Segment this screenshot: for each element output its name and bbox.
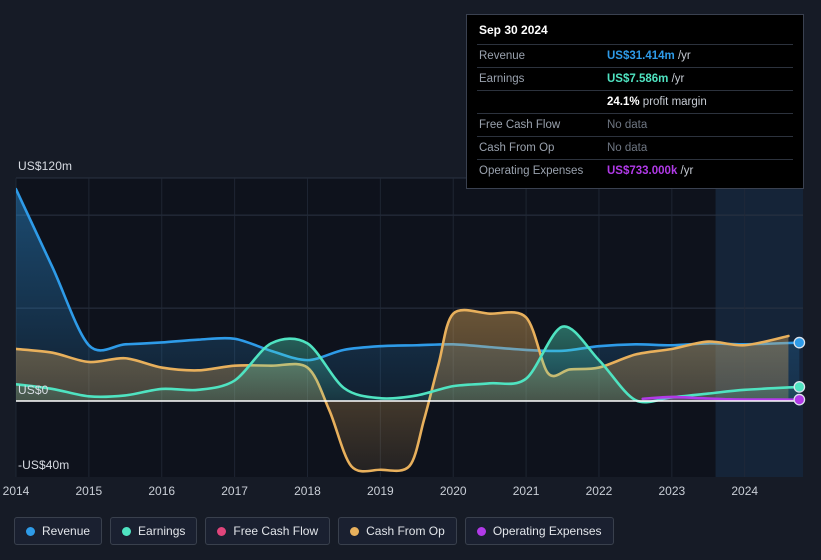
legend-item-label: Cash From Op	[366, 524, 445, 538]
tooltip-row: Operating Expenses US$733.000k /yr	[477, 159, 793, 182]
x-axis-tick-2018: 2018	[294, 484, 321, 498]
x-axis-tick-2014: 2014	[2, 484, 30, 498]
legend-item-label: Revenue	[42, 524, 91, 538]
legend-item-label: Operating Expenses	[492, 524, 602, 538]
x-axis-tick-2017: 2017	[221, 484, 248, 498]
tooltip-row: Revenue US$31.414m /yr	[477, 44, 793, 67]
tooltip-row-label: Revenue	[479, 50, 526, 62]
tooltip-row-value: US$733.000k /yr	[607, 165, 694, 177]
x-axis-tick-2019: 2019	[366, 484, 394, 498]
tooltip-row-value: No data	[607, 142, 648, 154]
legend-item-label: Earnings	[138, 524, 186, 538]
tooltip-row-value: US$31.414m /yr	[607, 50, 691, 62]
legend-item-label: Free Cash Flow	[233, 524, 319, 538]
y-axis-label-zero: US$0	[18, 383, 49, 397]
legend-item-earnings[interactable]: Earnings	[110, 517, 198, 545]
x-axis-tick-2021: 2021	[512, 484, 540, 498]
endpoint-marker-operating-expenses	[793, 393, 806, 406]
y-axis-label-min: -US$40m	[18, 458, 70, 472]
x-axis-tick-2015: 2015	[75, 484, 103, 498]
tooltip-row: Cash From Op No data	[477, 136, 793, 159]
tooltip-row-value: No data	[607, 119, 648, 131]
x-axis-tick-2023: 2023	[658, 484, 686, 498]
legend-item-cash-from-op[interactable]: Cash From Op	[338, 517, 457, 545]
legend-item-operating-expenses[interactable]: Operating Expenses	[464, 517, 614, 545]
tooltip-row: Earnings US$7.586m /yr	[477, 67, 793, 90]
legend-item-free-cash-flow[interactable]: Free Cash Flow	[205, 517, 331, 545]
tooltip-row: Free Cash Flow No data	[477, 113, 793, 136]
legend-color-dot	[350, 526, 360, 536]
x-axis-tick-2022: 2022	[585, 484, 613, 498]
legend-color-dot	[476, 526, 486, 536]
tooltip-row: 24.1% profit margin	[477, 90, 793, 113]
chart-legend: Revenue Earnings Free Cash Flow Cash From O…	[14, 517, 614, 545]
endpoint-marker-earnings	[793, 381, 806, 393]
x-axis-tick-2024: 2024	[731, 484, 759, 498]
tooltip-row-label: Operating Expenses	[479, 165, 584, 177]
tooltip-row-label: Free Cash Flow	[479, 119, 561, 131]
tooltip-row-label: Earnings	[479, 73, 525, 85]
tooltip-row-value: US$7.586m /yr	[607, 73, 685, 85]
legend-color-dot	[122, 526, 132, 536]
tooltip-row-value: 24.1% profit margin	[607, 96, 707, 108]
tooltip-rows: Revenue US$31.414m /yr Earnings US$7.586m /…	[477, 44, 793, 182]
legend-color-dot	[217, 526, 227, 536]
financial-performance-chart: US$120m US$0 -US$40m 2014 2015 2016 2017 201…	[0, 0, 821, 560]
tooltip-date: Sep 30 2024	[479, 23, 548, 37]
data-tooltip: Sep 30 2024 Revenue US$31.414m /yr Earning…	[466, 14, 804, 189]
tooltip-row-label: Cash From Op	[479, 142, 555, 154]
x-axis-tick-2020: 2020	[439, 484, 467, 498]
legend-item-revenue[interactable]: Revenue	[14, 517, 103, 545]
endpoint-marker-revenue	[793, 336, 806, 349]
legend-color-dot	[26, 526, 35, 536]
y-axis-label-max: US$120m	[18, 159, 73, 173]
forecast-region	[715, 178, 803, 477]
x-axis-tick-2016: 2016	[148, 484, 176, 498]
